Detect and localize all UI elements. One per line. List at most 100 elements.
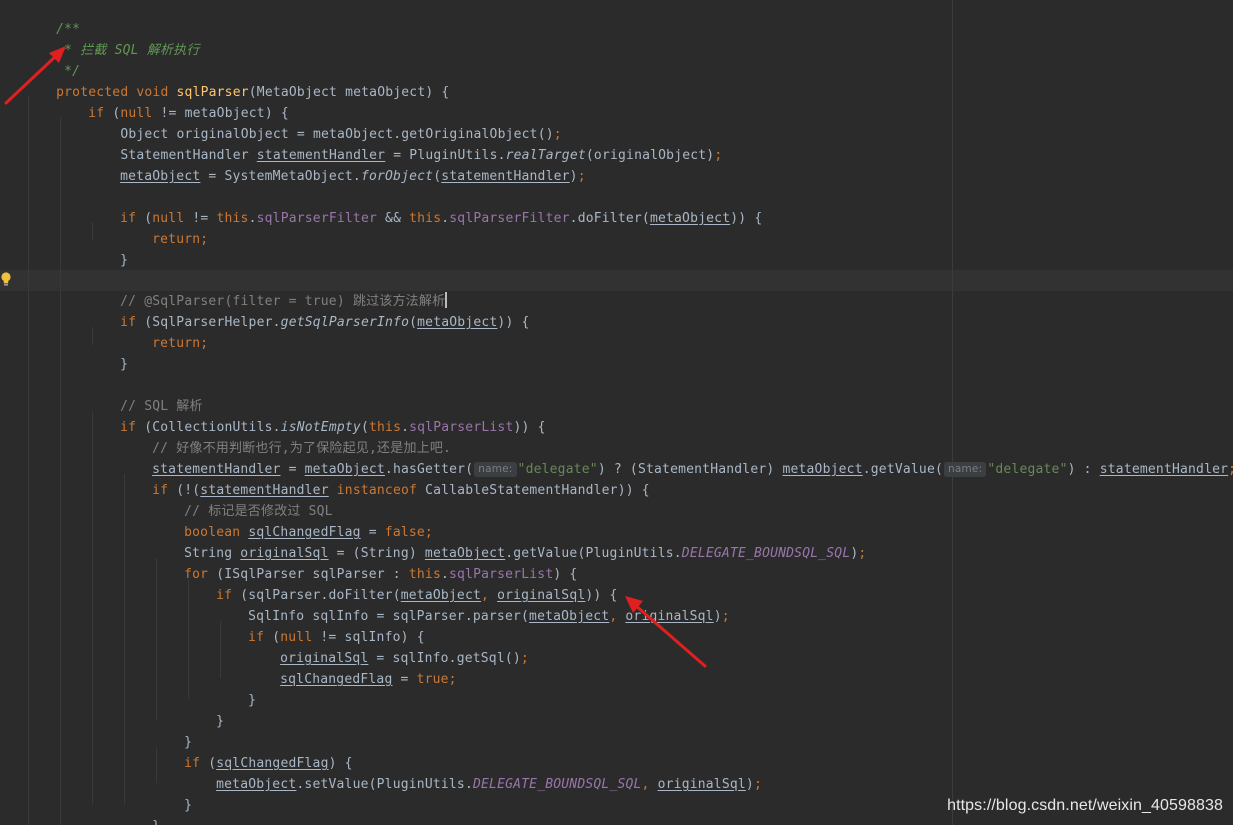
code-line[interactable]: /**	[24, 0, 80, 37]
code-text: (	[433, 169, 442, 184]
keyword: return;	[152, 336, 209, 351]
code-line[interactable]: // SQL 解析	[88, 375, 203, 414]
right-margin-guide	[952, 0, 953, 825]
semicolon: ;	[520, 651, 529, 666]
code-line[interactable]: }	[88, 816, 128, 825]
code-text: .getValue(	[862, 462, 944, 477]
indent-guide	[28, 96, 29, 825]
code-text: }	[184, 798, 193, 813]
code-text: )) {	[513, 420, 546, 435]
code-line[interactable]: if (SqlParserHelper.getSqlParserInfo(met…	[88, 291, 530, 330]
code-line[interactable]: return;	[120, 312, 208, 351]
code-text: = SystemMetaObject.	[200, 169, 361, 184]
code-line[interactable]: if (null != metaObject) {	[24, 82, 289, 121]
code-text: .doFilter(	[569, 211, 650, 226]
static-method[interactable]: getSqlParserInfo	[281, 315, 409, 330]
code-line[interactable]: if (sqlParser.doFilter(metaObject, origi…	[184, 564, 618, 603]
variable[interactable]: metaObject	[216, 777, 296, 792]
variable[interactable]: metaObject	[650, 211, 730, 226]
code-line[interactable]: originalSql = sqlInfo.getSql();	[248, 627, 529, 666]
code-line[interactable]: }	[88, 333, 128, 372]
lightbulb-icon[interactable]	[0, 271, 12, 289]
variable[interactable]: metaObject	[417, 315, 497, 330]
variable[interactable]: originalSql	[658, 777, 746, 792]
code-text: )) {	[497, 315, 530, 330]
code-text: }	[120, 253, 129, 268]
code-text: .	[248, 211, 257, 226]
code-text: }	[120, 357, 129, 372]
constant[interactable]: DELEGATE_BOUNDSQL_SQL	[682, 546, 851, 561]
code-line[interactable]: Object originalObject = metaObject.getOr…	[24, 103, 562, 142]
code-editor[interactable]: /** * 拦截 SQL 解析执行 */ protected void sqlP…	[0, 0, 1233, 825]
comma: ,	[641, 777, 658, 792]
code-line[interactable]: StatementHandler statementHandler = Plug…	[24, 124, 722, 163]
editor-gutter[interactable]	[0, 0, 14, 825]
code-line[interactable]: if (CollectionUtils.isNotEmpty(this.sqlP…	[88, 396, 546, 435]
indent-guide	[92, 411, 93, 805]
code-line[interactable]: return;	[120, 208, 208, 247]
semicolon: ;	[721, 609, 730, 624]
code-text: )	[745, 777, 754, 792]
code-text: .setValue(PluginUtils.	[296, 777, 473, 792]
field[interactable]: sqlParserFilter	[257, 211, 377, 226]
code-line[interactable]: SqlInfo sqlInfo = sqlParser.parser(metaO…	[216, 585, 730, 624]
variable[interactable]: originalSql	[625, 609, 713, 624]
semicolon: ;	[858, 546, 867, 561]
keyword: true;	[416, 672, 457, 687]
code-text: (originalObject)	[585, 148, 715, 163]
field[interactable]: sqlParserFilter	[449, 211, 569, 226]
code-line[interactable]: metaObject = SystemMetaObject.forObject(…	[88, 145, 586, 184]
variable[interactable]: metaObject	[529, 609, 609, 624]
code-line[interactable]: }	[88, 229, 128, 268]
variable[interactable]: statementHandler	[441, 169, 569, 184]
code-line[interactable]: if (null != this.sqlParserFilter && this…	[88, 187, 762, 226]
code-line[interactable]: metaObject.setValue(PluginUtils.DELEGATE…	[184, 753, 762, 792]
semicolon: ;	[577, 169, 586, 184]
code-line[interactable]: boolean sqlChangedFlag = false;	[152, 501, 433, 540]
variable[interactable]: metaObject	[782, 462, 862, 477]
code-line[interactable]: String originalSql = (String) metaObject…	[152, 522, 866, 561]
variable[interactable]: sqlChangedFlag	[280, 672, 392, 687]
code-line[interactable]: // @SqlParser(filter = true) 跳过该方法解析	[88, 270, 447, 309]
constant[interactable]: DELEGATE_BOUNDSQL_SQL	[473, 777, 642, 792]
keyword: this	[216, 211, 249, 226]
variable[interactable]: metaObject	[120, 169, 200, 184]
code-line[interactable]: if (sqlChangedFlag) {	[152, 732, 353, 771]
static-method[interactable]: forObject	[361, 169, 433, 184]
code-line[interactable]: }	[184, 690, 224, 729]
string-literal: "delegate"	[987, 462, 1068, 477]
code-line[interactable]: if (null != sqlInfo) {	[216, 606, 425, 645]
code-text: =	[392, 672, 417, 687]
code-text: CallableStatementHandler)) {	[425, 483, 650, 498]
code-line[interactable]: }	[152, 774, 192, 813]
code-text: )	[713, 609, 722, 624]
watermark: https://blog.csdn.net/weixin_40598838	[947, 797, 1223, 814]
code-line[interactable]: * 拦截 SQL 解析执行	[24, 19, 200, 58]
code-text: }	[152, 819, 160, 825]
code-text: (	[409, 315, 418, 330]
code-line[interactable]: }	[120, 795, 160, 825]
indent-guide	[124, 474, 125, 805]
semicolon: ;	[1228, 462, 1233, 477]
code-text: }	[216, 714, 225, 729]
code-line[interactable]: for (ISqlParser sqlParser : this.sqlPars…	[152, 543, 577, 582]
semicolon: ;	[753, 777, 762, 792]
indent-guide	[60, 117, 61, 825]
code-line[interactable]: protected void sqlParser(MetaObject meta…	[24, 61, 449, 100]
code-line[interactable]: sqlChangedFlag = true;	[248, 648, 457, 687]
code-line[interactable]: // 标记是否修改过 SQL	[152, 480, 333, 519]
code-line[interactable]: statementHandler = metaObject.hasGetter(…	[120, 438, 1233, 477]
code-text: &&	[377, 211, 410, 226]
comma: ,	[609, 609, 626, 624]
keyword: this	[409, 211, 442, 226]
code-line[interactable]: }	[152, 711, 192, 750]
code-line[interactable]: if (!(statementHandler instanceof Callab…	[120, 459, 650, 498]
code-text: )) {	[730, 211, 763, 226]
code-text: }	[248, 693, 257, 708]
variable[interactable]: statementHandler	[1100, 462, 1228, 477]
code-line[interactable]: */	[24, 40, 80, 79]
keyword: instanceof	[336, 483, 426, 498]
keyword: return;	[152, 232, 209, 247]
code-line[interactable]: }	[216, 669, 256, 708]
code-line[interactable]: // 好像不用判断也行,为了保险起见,还是加上吧.	[120, 417, 451, 456]
